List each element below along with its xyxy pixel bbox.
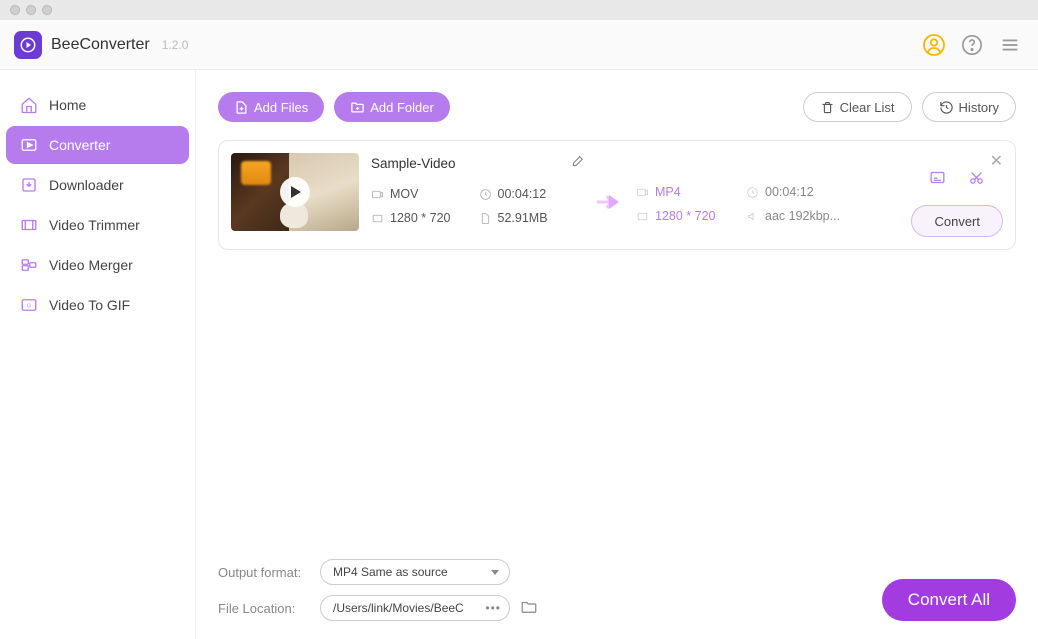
arrow-icon xyxy=(586,153,636,211)
window-titlebar xyxy=(0,0,1038,20)
sidebar-item-trimmer[interactable]: Video Trimmer xyxy=(6,206,189,244)
converter-icon xyxy=(20,136,38,154)
clear-list-button[interactable]: Clear List xyxy=(803,92,912,122)
sidebar-item-label: Video Trimmer xyxy=(49,217,140,233)
video-icon xyxy=(636,186,649,199)
app-version: 1.2.0 xyxy=(162,38,189,52)
output-format-dropdown[interactable]: MP4 Same as source xyxy=(320,559,510,585)
video-thumbnail[interactable] xyxy=(231,153,359,231)
minimize-window-dot[interactable] xyxy=(26,5,36,15)
resolution-icon xyxy=(371,212,384,225)
subtitle-button[interactable] xyxy=(929,169,946,191)
file-location-field[interactable]: /Users/link/Movies/BeeC ••• xyxy=(320,595,510,621)
sidebar-item-label: Home xyxy=(49,97,86,113)
sidebar-item-converter[interactable]: Converter xyxy=(6,126,189,164)
play-icon xyxy=(280,177,310,207)
source-filesize: 52.91MB xyxy=(479,211,587,225)
trimmer-icon xyxy=(20,216,38,234)
conversion-item: ✕ Sample-Video MOV 00:04:12 xyxy=(218,140,1016,250)
add-folder-label: Add Folder xyxy=(370,100,434,115)
clock-icon xyxy=(479,188,492,201)
gif-icon: G xyxy=(20,296,38,314)
sidebar-item-label: Converter xyxy=(49,137,110,153)
sidebar-item-label: Downloader xyxy=(49,177,124,193)
merger-icon xyxy=(20,256,38,274)
source-duration: 00:04:12 xyxy=(479,187,587,201)
source-format: MOV xyxy=(371,187,479,201)
svg-text:G: G xyxy=(27,303,31,309)
target-duration: 00:04:12 xyxy=(746,185,866,199)
filename: Sample-Video xyxy=(371,156,571,171)
menu-button[interactable] xyxy=(996,31,1024,59)
more-button[interactable]: ••• xyxy=(479,601,501,615)
maximize-window-dot[interactable] xyxy=(42,5,52,15)
sidebar-item-merger[interactable]: Video Merger xyxy=(6,246,189,284)
clear-list-label: Clear List xyxy=(840,100,895,115)
home-icon xyxy=(20,96,38,114)
convert-all-button[interactable]: Convert All xyxy=(882,579,1016,621)
history-button[interactable]: History xyxy=(922,92,1016,122)
target-format[interactable]: MP4 xyxy=(636,185,746,199)
open-folder-button[interactable] xyxy=(520,598,538,619)
output-format-label: Output format: xyxy=(218,565,320,580)
sidebar-item-downloader[interactable]: Downloader xyxy=(6,166,189,204)
account-button[interactable] xyxy=(920,31,948,59)
sidebar: Home Converter Downloader Video Trimmer … xyxy=(0,70,196,639)
trim-button[interactable] xyxy=(968,169,985,191)
sidebar-item-label: Video Merger xyxy=(49,257,133,273)
audio-icon xyxy=(746,210,759,223)
source-resolution: 1280 * 720 xyxy=(371,211,479,225)
help-button[interactable] xyxy=(958,31,986,59)
add-files-label: Add Files xyxy=(254,100,308,115)
footer: Output format: MP4 Same as source File L… xyxy=(218,559,1016,621)
remove-item-button[interactable]: ✕ xyxy=(990,151,1003,171)
clock-icon xyxy=(746,186,759,199)
app-name: BeeConverter xyxy=(51,36,150,54)
file-location-label: File Location: xyxy=(218,601,320,616)
add-files-button[interactable]: Add Files xyxy=(218,92,324,122)
add-folder-button[interactable]: Add Folder xyxy=(334,92,450,122)
app-header: BeeConverter 1.2.0 xyxy=(0,20,1038,70)
main-area: Add Files Add Folder Clear List History … xyxy=(196,70,1038,639)
sidebar-item-label: Video To GIF xyxy=(49,297,130,313)
app-logo xyxy=(14,31,42,59)
sidebar-item-home[interactable]: Home xyxy=(6,86,189,124)
rename-button[interactable] xyxy=(571,153,586,173)
sidebar-item-gif[interactable]: G Video To GIF xyxy=(6,286,189,324)
download-icon xyxy=(20,176,38,194)
resolution-icon xyxy=(636,210,649,223)
target-resolution[interactable]: 1280 * 720 xyxy=(636,209,746,223)
convert-button[interactable]: Convert xyxy=(911,205,1003,237)
file-icon xyxy=(479,212,492,225)
toolbar: Add Files Add Folder Clear List History xyxy=(218,92,1016,122)
video-icon xyxy=(371,188,384,201)
close-window-dot[interactable] xyxy=(10,5,20,15)
history-label: History xyxy=(959,100,999,115)
target-audio: aac 192kbp... xyxy=(746,209,866,223)
